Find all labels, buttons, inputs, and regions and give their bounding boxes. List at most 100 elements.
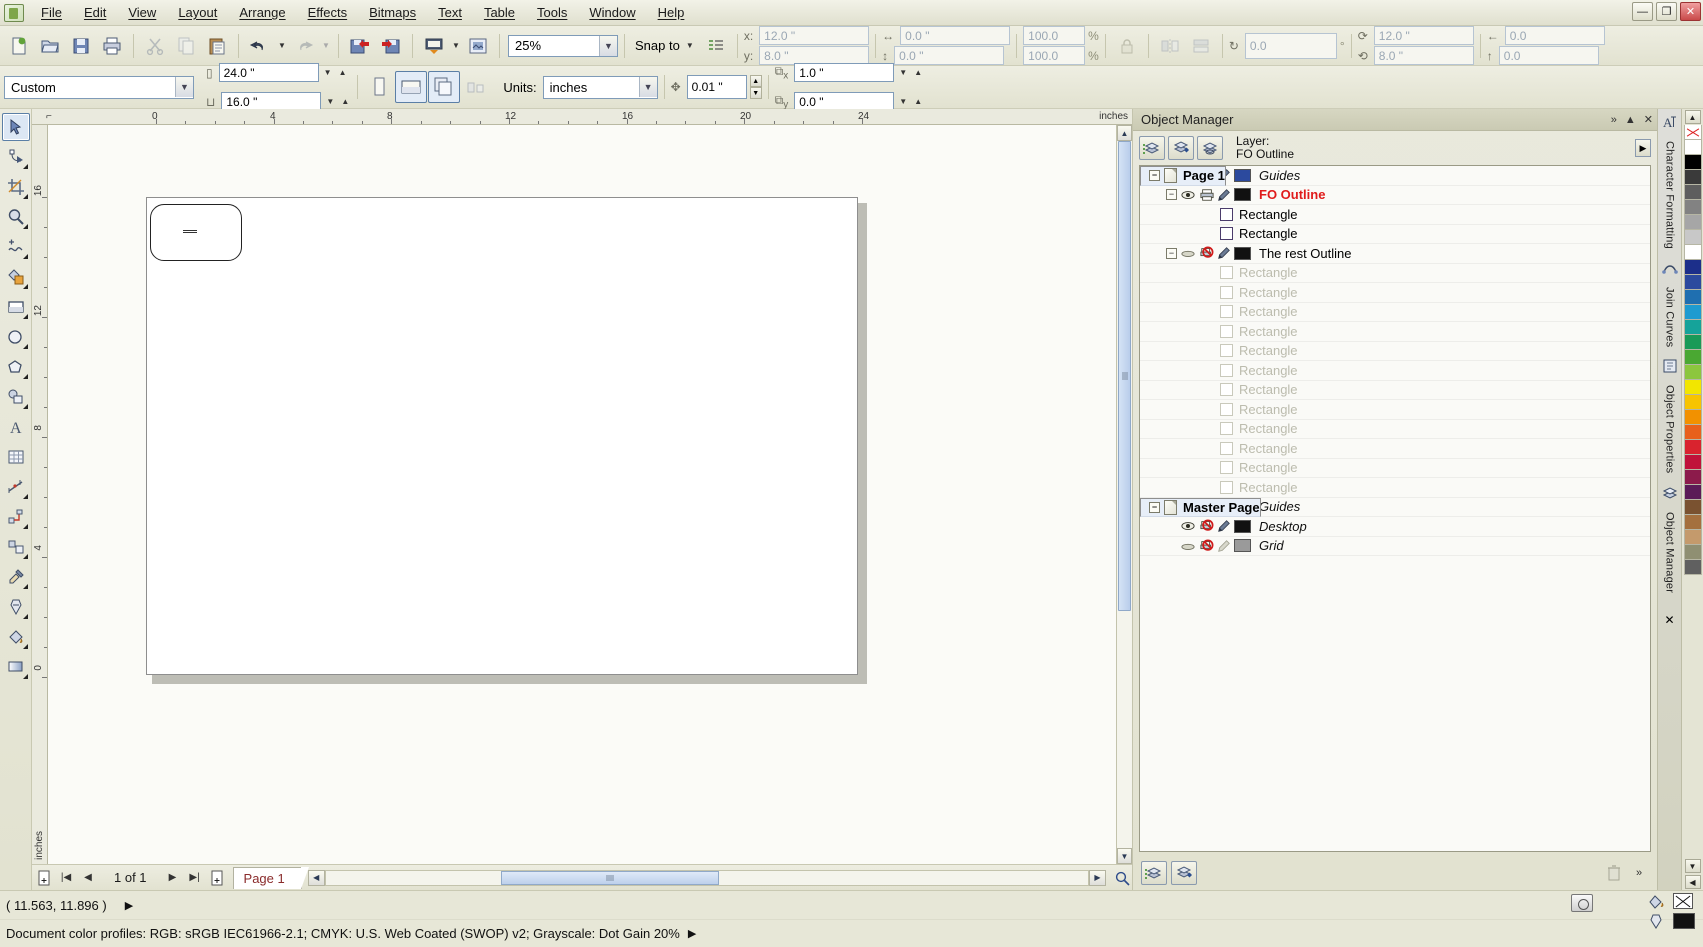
camera-icon[interactable] [1571, 894, 1593, 912]
interactive-fill-tool-flyout-arrow-icon[interactable] [22, 674, 28, 679]
scale-h-field[interactable]: 100.0 [1023, 26, 1086, 45]
scale-v-field[interactable]: 100.0 [1023, 46, 1086, 65]
first-page-button[interactable]: |◀ [56, 868, 76, 888]
page-preset-combo[interactable]: Custom ▼ [4, 75, 194, 99]
palette-swatch[interactable] [1683, 185, 1702, 200]
layer-manager-view-button[interactable] [1197, 136, 1223, 160]
layer-color-swatch[interactable] [1234, 246, 1251, 260]
palette-swatch[interactable] [1683, 290, 1702, 305]
page-preset-arrow-icon[interactable]: ▼ [175, 77, 193, 97]
menu-tools[interactable]: Tools [526, 2, 578, 23]
new-document-button[interactable] [4, 31, 34, 61]
tree-object-row[interactable]: Rectangle [1140, 420, 1650, 439]
tree-object-row[interactable]: Rectangle [1140, 205, 1650, 225]
palette-swatch[interactable] [1683, 365, 1702, 380]
pdf-dropdown-arrow-icon[interactable]: ▼ [450, 32, 462, 60]
character-formatting-icon[interactable]: A [1661, 113, 1679, 131]
layer-color-swatch[interactable] [1234, 539, 1251, 553]
docker-expand-button[interactable]: » [1611, 114, 1617, 126]
palette-swatch[interactable] [1683, 560, 1702, 575]
layer-edit-toggle[interactable] [1217, 539, 1231, 553]
new-layer-footer-button[interactable] [1141, 861, 1167, 885]
menu-view[interactable]: View [117, 2, 167, 23]
tree-object-row[interactable]: Rectangle [1140, 322, 1650, 342]
tab-join-curves[interactable]: Join Curves [1662, 281, 1678, 353]
palette-swatch[interactable] [1683, 245, 1702, 260]
palette-swatch[interactable] [1683, 545, 1702, 560]
tab-character-formatting[interactable]: Character Formatting [1662, 135, 1678, 255]
dup-x-up-arrow-icon[interactable]: ▲ [912, 59, 924, 87]
hscroll-right-button[interactable]: ▶ [1089, 869, 1106, 886]
rotation-field[interactable]: 0.0 [1244, 32, 1337, 59]
tab-object-manager[interactable]: Object Manager [1662, 506, 1678, 599]
horizontal-scroll-thumb[interactable] [500, 870, 719, 885]
layer-edit-toggle[interactable] [1217, 246, 1231, 260]
palette-swatch[interactable] [1683, 170, 1702, 185]
zoom-dropdown-arrow-icon[interactable]: ▼ [599, 35, 617, 56]
tree-layer-row[interactable]: − FO Outline [1140, 186, 1650, 205]
basic-shapes-tool-flyout-arrow-icon[interactable] [22, 404, 28, 409]
menu-table[interactable]: Table [473, 2, 526, 23]
table-tool[interactable] [2, 443, 30, 471]
vertical-ruler[interactable]: 16 12 8 4 0 inches [32, 125, 48, 864]
layer-color-swatch[interactable] [1234, 188, 1251, 202]
new-master-layer-button[interactable] [1168, 136, 1194, 160]
nudge-spinner[interactable]: ▲ ▼ [749, 75, 762, 99]
open-button[interactable] [35, 31, 65, 61]
palette-no-color-swatch[interactable] [1683, 125, 1702, 140]
rounded-rectangle-shape[interactable] [150, 204, 242, 261]
previous-page-button[interactable]: ◀ [78, 868, 98, 888]
docker-collapse-button[interactable]: ▲ [1625, 114, 1636, 126]
palette-swatch[interactable] [1683, 485, 1702, 500]
tree-object-row[interactable]: Rectangle [1140, 342, 1650, 361]
horizontal-scrollbar[interactable]: ◀ ▶ [307, 869, 1106, 887]
freehand-tool-flyout-arrow-icon[interactable] [22, 254, 28, 259]
palette-swatch[interactable] [1683, 305, 1702, 320]
all-pages-button[interactable] [428, 71, 461, 103]
menu-arrange[interactable]: Arrange [228, 2, 296, 23]
smart-fill-tool-flyout-arrow-icon[interactable] [22, 284, 28, 289]
center-y-field[interactable]: 8.0 " [1373, 46, 1474, 65]
export-button[interactable] [376, 31, 406, 61]
menu-window[interactable]: Window [578, 2, 646, 23]
layer-print-toggle[interactable] [1200, 539, 1214, 553]
undo-button[interactable] [245, 31, 275, 61]
layer-print-toggle[interactable] [1200, 246, 1214, 260]
blend-tool-flyout-arrow-icon[interactable] [22, 554, 28, 559]
menu-effects[interactable]: Effects [297, 2, 359, 23]
page-width-up-arrow-icon[interactable]: ▲ [337, 59, 349, 87]
zoom-status-icon[interactable] [1112, 868, 1132, 888]
palette-swatch[interactable] [1683, 140, 1702, 155]
tree-object-row[interactable]: Rectangle [1140, 400, 1650, 420]
options-button[interactable] [701, 31, 731, 61]
ellipse-tool-flyout-arrow-icon[interactable] [22, 344, 28, 349]
horizontal-scroll-track[interactable] [324, 869, 1089, 886]
add-page-before-button[interactable] [34, 868, 54, 888]
crop-tool[interactable] [2, 173, 30, 201]
text-tool[interactable]: A [2, 413, 30, 441]
outline-tool-flyout-arrow-icon[interactable] [22, 614, 28, 619]
units-combo[interactable]: inches ▼ [542, 75, 658, 99]
page-width-down-arrow-icon[interactable]: ▼ [322, 59, 334, 87]
fill-color-swatch[interactable] [1673, 913, 1695, 929]
snap-to-label[interactable]: Snap to [635, 38, 680, 53]
outline-no-color-swatch[interactable] [1673, 893, 1693, 909]
tree-page-row[interactable]: − Page 1 [1140, 166, 1226, 186]
ellipse-tool[interactable] [2, 323, 30, 351]
object-manager-icon[interactable] [1661, 484, 1679, 502]
new-master-layer-footer-button[interactable] [1171, 861, 1197, 885]
copy-button[interactable] [171, 31, 201, 61]
dimension-tool[interactable] [2, 473, 30, 501]
tree-object-row[interactable]: Rectangle [1140, 264, 1650, 283]
polygon-tool[interactable] [2, 353, 30, 381]
scroll-up-button[interactable]: ▲ [1117, 125, 1132, 141]
palette-swatch[interactable] [1683, 335, 1702, 350]
docker-tab-close-icon[interactable]: ✕ [1661, 611, 1679, 629]
redo-button[interactable] [289, 31, 319, 61]
tree-object-row[interactable]: Rectangle [1140, 361, 1650, 381]
page-width-field[interactable]: 24.0 " [218, 63, 319, 82]
layer-edit-toggle[interactable] [1217, 188, 1231, 202]
mirror-vertical-button[interactable] [1186, 31, 1216, 61]
nudge-field[interactable]: 0.01 " [686, 75, 747, 99]
add-page-after-button[interactable] [207, 868, 227, 888]
